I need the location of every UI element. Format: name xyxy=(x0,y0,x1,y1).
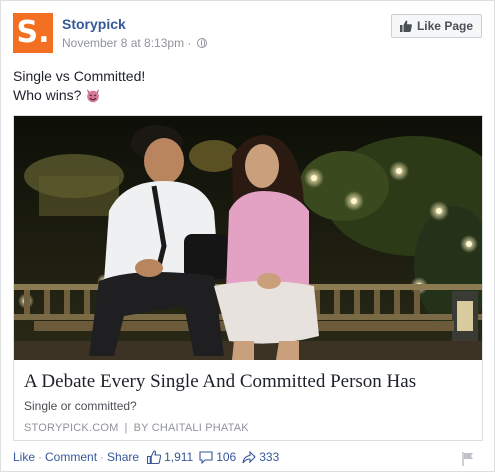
post-meta: November 8 at 8:13pm · xyxy=(62,36,207,50)
page-avatar[interactable]: S. xyxy=(13,13,53,53)
action-separator: · xyxy=(38,450,43,464)
avatar-letter: S. xyxy=(16,15,50,50)
link-domain: STORYPICK.COM xyxy=(24,422,119,434)
thumbs-up-icon xyxy=(147,450,162,464)
thumbs-up-icon xyxy=(399,20,412,32)
shares-count[interactable]: 333 xyxy=(242,450,279,464)
link-source-separator: | xyxy=(124,422,128,434)
comment-bubble-icon xyxy=(199,450,213,464)
link-preview-image[interactable] xyxy=(14,116,482,360)
globe-icon[interactable] xyxy=(196,38,207,48)
shares-count-value: 333 xyxy=(259,450,280,464)
action-separator: · xyxy=(100,450,105,464)
likes-count-value: 1,911 xyxy=(164,450,194,464)
link-source: STORYPICK.COM | BY CHAITALI PHATAK xyxy=(24,422,249,434)
like-action[interactable]: Like xyxy=(13,450,35,464)
link-description: Single or committed? xyxy=(24,399,137,413)
comments-count[interactable]: 106 xyxy=(199,450,236,464)
post-text-line-2: Who wins? xyxy=(13,87,82,103)
like-page-button[interactable]: Like Page xyxy=(390,14,482,38)
share-arrow-icon xyxy=(242,450,257,464)
post-timestamp[interactable]: November 8 at 8:13pm xyxy=(62,36,184,50)
comment-action[interactable]: Comment xyxy=(45,450,97,464)
post-message: Single vs Committed! Who wins? xyxy=(13,67,145,105)
post-card: S. Storypick November 8 at 8:13pm · Like… xyxy=(0,0,495,472)
post-text-line-1: Single vs Committed! xyxy=(13,68,146,84)
devil-face-icon xyxy=(85,87,101,103)
post-actions-bar: Like · Comment · Share 1,911 106 333 xyxy=(13,450,279,464)
link-attachment[interactable]: A Debate Every Single And Committed Pers… xyxy=(13,115,483,441)
page-name-link[interactable]: Storypick xyxy=(62,16,126,32)
comments-count-value: 106 xyxy=(216,450,237,464)
link-author: BY CHAITALI PHATAK xyxy=(133,422,249,434)
share-action[interactable]: Share xyxy=(107,450,139,464)
likes-count[interactable]: 1,911 xyxy=(147,450,193,464)
flag-icon[interactable] xyxy=(462,452,474,471)
like-page-label: Like Page xyxy=(416,19,473,33)
link-title[interactable]: A Debate Every Single And Committed Pers… xyxy=(24,371,416,393)
meta-separator: · xyxy=(187,36,192,50)
